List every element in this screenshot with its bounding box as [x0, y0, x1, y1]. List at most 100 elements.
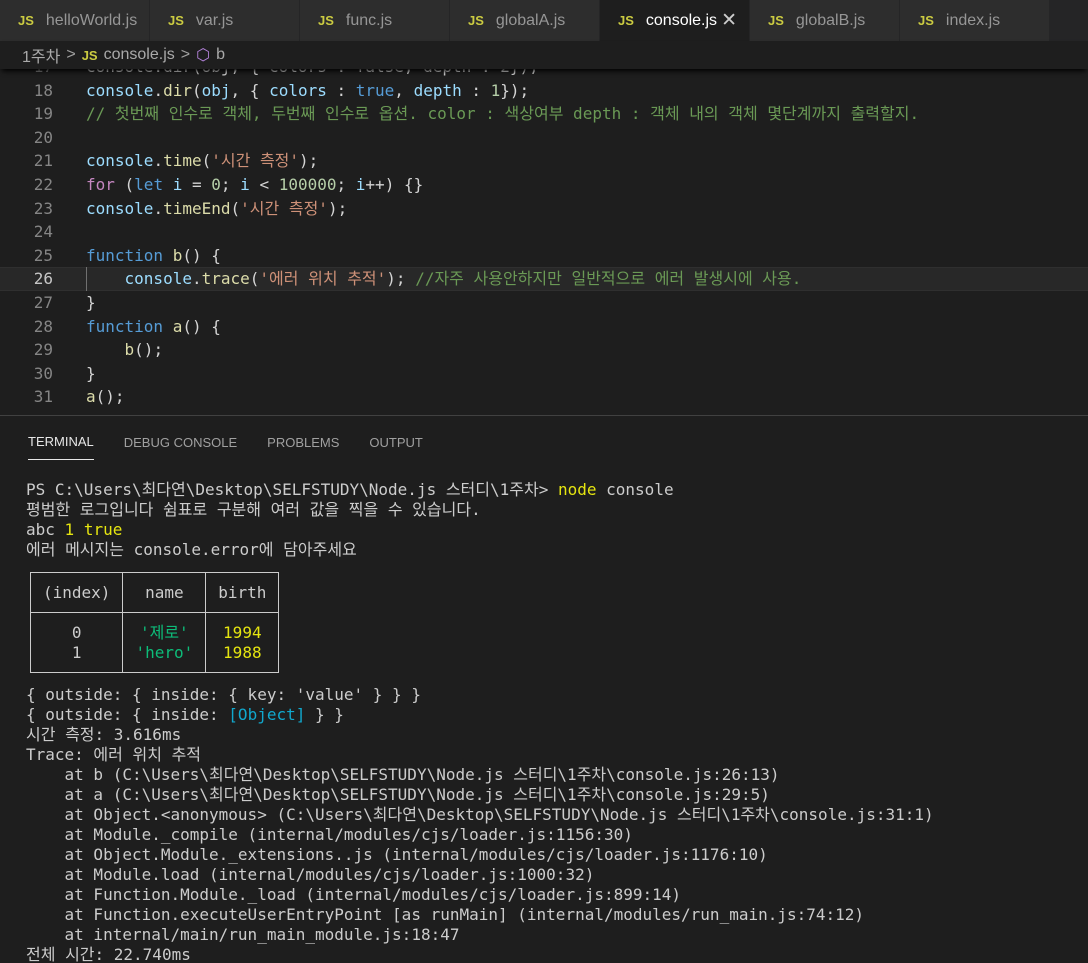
- js-file-icon: JS: [468, 13, 484, 28]
- line-number: 21: [33, 151, 53, 171]
- table-header-birth: birth: [205, 572, 280, 613]
- js-file-icon: JS: [768, 13, 784, 28]
- code-text: console.time('시간 측정');: [86, 151, 319, 171]
- terminal-prompt: PS C:\Users\최다연\Desktop\SELFSTUDY\Node.j…: [26, 480, 558, 499]
- code-comment: // 첫번째 인수로 객체, 두번째 인수로 옵션. color : 색상여부 …: [86, 104, 920, 124]
- js-file-icon: JS: [918, 13, 934, 28]
- tab-label: func.js: [345, 11, 393, 29]
- trace-line: at Object.<anonymous> (C:\Users\최다연\Desk…: [26, 805, 934, 824]
- tab-debug-console[interactable]: DEBUG CONSOLE: [124, 435, 237, 460]
- code-text: function b() {: [86, 245, 221, 265]
- code-line: 24: [0, 220, 1088, 244]
- trace-line: at b (C:\Users\최다연\Desktop\SELFSTUDY\Nod…: [26, 765, 780, 784]
- table-cell-name: '제로''hero': [122, 612, 207, 673]
- line-number: 31: [33, 387, 53, 407]
- js-file-icon: JS: [18, 13, 34, 28]
- tab-label: globalB.js: [795, 11, 866, 29]
- code-line: 23 console.timeEnd('시간 측정');: [0, 197, 1088, 221]
- code-line: 27}: [0, 291, 1088, 315]
- js-file-icon: JS: [168, 13, 184, 28]
- code-text: }: [86, 363, 96, 383]
- terminal-command-arg: console: [596, 480, 674, 499]
- tab-func-js[interactable]: JS func.js: [300, 0, 450, 41]
- table-cell-index: 01: [29, 612, 124, 673]
- js-file-icon: JS: [618, 13, 634, 28]
- code-line: 31 a();: [0, 385, 1088, 409]
- tab-console-js[interactable]: JS console.js ✕: [600, 0, 750, 41]
- terminal-line: { outside: { inside: { key: 'value' } } …: [26, 685, 421, 704]
- chevron-right-icon: >: [66, 46, 76, 63]
- code-line: 28 function a() {: [0, 315, 1088, 339]
- tab-label: helloWorld.js: [45, 11, 138, 29]
- code-text: for (let i = 0; i < 100000; i++) {}: [86, 174, 424, 194]
- tab-globala-js[interactable]: JS globalA.js: [450, 0, 600, 41]
- js-file-icon: JS: [81, 47, 98, 63]
- terminal-line: Trace: 에러 위치 추적: [26, 745, 202, 764]
- tab-output[interactable]: OUTPUT: [369, 435, 422, 460]
- breadcrumb: 1주차 > JS console.js > ⬡ b: [0, 41, 1088, 69]
- code-text: function a() {: [86, 316, 221, 336]
- table-header-index: (index): [29, 572, 124, 613]
- tab-label: globalA.js: [495, 11, 566, 29]
- tab-label: console.js: [645, 11, 718, 29]
- close-icon[interactable]: ✕: [721, 9, 737, 32]
- line-number: 23: [33, 198, 53, 218]
- line-number: 20: [33, 127, 53, 147]
- terminal-line: 시간 측정: 3.616ms: [26, 725, 182, 744]
- tab-label: index.js: [945, 11, 1001, 29]
- terminal-prompt-line: PS C:\Users\최다연\Desktop\SELFSTUDY\Node.j…: [26, 480, 1086, 500]
- code-text: a();: [86, 387, 125, 407]
- line-number: 18: [33, 80, 53, 100]
- console-table: (index) name birth 01 '제로''hero' 1994 198…: [29, 572, 280, 673]
- line-number: 28: [33, 316, 53, 336]
- code-text: console.timeEnd('시간 측정');: [86, 198, 348, 218]
- tab-problems[interactable]: PROBLEMS: [267, 435, 339, 460]
- table-header-name: name: [122, 572, 207, 613]
- terminal-line: { outside: { inside: [Object] } }: [26, 705, 344, 724]
- breadcrumb-symbol[interactable]: b: [216, 46, 225, 64]
- symbol-method-icon: ⬡: [196, 47, 211, 64]
- line-number: 29: [33, 340, 53, 360]
- code-line: 19 // 첫번째 인수로 객체, 두번째 인수로 옵션. color : 색상여…: [0, 102, 1088, 126]
- trace-line: at a (C:\Users\최다연\Desktop\SELFSTUDY\Nod…: [26, 785, 770, 804]
- code-text: console.dir(obj, { colors : true, depth …: [86, 80, 530, 100]
- editor-tab-bar: JS helloWorld.js JS var.js JS func.js JS glo…: [0, 0, 1088, 41]
- code-editor[interactable]: 17console.dir(obj, { colors : false, dep…: [0, 55, 1088, 415]
- code-line: 20: [0, 126, 1088, 150]
- code-line: 25 function b() {: [0, 244, 1088, 268]
- indent-guide: [86, 267, 87, 291]
- breadcrumb-folder[interactable]: 1주차: [22, 43, 60, 67]
- trace-line: at Object.Module._extensions..js (intern…: [26, 845, 768, 864]
- code-line: 29 b();: [0, 338, 1088, 362]
- line-number: 19: [33, 104, 53, 124]
- trace-line: at Function.executeUserEntryPoint [as ru…: [26, 905, 865, 924]
- trace-line: at Module._compile (internal/modules/cjs…: [26, 825, 633, 844]
- line-number: 30: [33, 363, 53, 383]
- code-line: 22 for (let i = 0; i < 100000; i++) {}: [0, 173, 1088, 197]
- tab-var-js[interactable]: JS var.js: [150, 0, 300, 41]
- terminal-output[interactable]: PS C:\Users\최다연\Desktop\SELFSTUDY\Node.j…: [26, 480, 1086, 963]
- tab-terminal[interactable]: TERMINAL: [28, 434, 94, 460]
- bottom-panel: TERMINAL DEBUG CONSOLE PROBLEMS OUTPUT P…: [0, 415, 1088, 963]
- breadcrumb-file[interactable]: console.js: [104, 46, 175, 64]
- line-number: 22: [33, 174, 53, 194]
- tab-helloworld-js[interactable]: JS helloWorld.js: [0, 0, 150, 41]
- code-line: 21 console.time('시간 측정');: [0, 149, 1088, 173]
- trace-line: at internal/main/run_main_module.js:18:4…: [26, 925, 460, 944]
- code-text: }: [86, 292, 96, 312]
- line-number: 26: [33, 269, 53, 289]
- tab-globalb-js[interactable]: JS globalB.js: [750, 0, 900, 41]
- line-number: 24: [33, 222, 53, 242]
- terminal-line: 평범한 로그입니다 쉼표로 구분해 여러 값을 찍을 수 있습니다.: [26, 500, 481, 519]
- js-file-icon: JS: [318, 13, 334, 28]
- tab-label: var.js: [195, 11, 234, 29]
- terminal-line: abc 1 true: [26, 520, 123, 539]
- terminal-command: node: [557, 480, 597, 499]
- trace-line: at Function.Module._load (internal/modul…: [26, 885, 682, 904]
- code-line: 18 console.dir(obj, { colors : true, dept…: [0, 79, 1088, 103]
- chevron-right-icon: >: [180, 46, 191, 63]
- code-text: b();: [124, 340, 164, 360]
- tab-index-js[interactable]: JS index.js: [900, 0, 1050, 41]
- terminal-line: 전체 시간: 22.740ms: [26, 945, 191, 963]
- table-cell-birth: 1994 1988: [205, 612, 280, 673]
